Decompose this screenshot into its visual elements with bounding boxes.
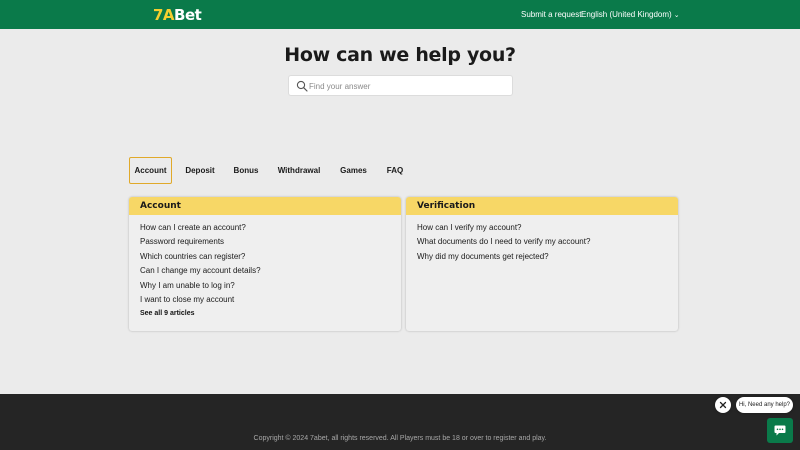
chat-greeting-bubble[interactable]: Hi, Need any help? <box>736 397 793 413</box>
close-chat-button[interactable] <box>715 397 731 413</box>
copyright-text: Copyright © 2024 7abet, all rights reser… <box>253 435 547 442</box>
language-selector[interactable]: English (United Kingdom) ⌄ <box>581 10 680 19</box>
article-link[interactable]: Why did my documents get rejected? <box>417 252 549 261</box>
article-link[interactable]: Can I change my account details? <box>140 266 261 275</box>
article-link[interactable]: Why I am unable to log in? <box>140 281 235 290</box>
search-input[interactable] <box>309 78 507 94</box>
see-all-articles-link[interactable]: See all 9 articles <box>140 310 194 317</box>
tab-deposit[interactable]: Deposit <box>182 157 218 184</box>
article-link[interactable]: How can I verify my account? <box>417 223 521 232</box>
logo-part-bet: Bet <box>174 6 202 24</box>
submit-request-link[interactable]: Submit a request <box>521 10 581 19</box>
article-link[interactable]: How can I create an account? <box>140 223 246 232</box>
page-title: How can we help you? <box>284 44 516 66</box>
tab-withdrawal[interactable]: Withdrawal <box>274 157 324 184</box>
search-icon <box>296 80 308 92</box>
section-card-verification: Verification How can I verify my account… <box>406 197 678 331</box>
article-link[interactable]: Password requirements <box>140 237 224 246</box>
search-box[interactable] <box>288 75 513 96</box>
tab-bonus[interactable]: Bonus <box>230 157 262 184</box>
logo-part-7a: 7A <box>153 6 175 24</box>
tab-account[interactable]: Account <box>129 157 172 184</box>
section-title: Verification <box>406 197 678 215</box>
tab-games[interactable]: Games <box>336 157 371 184</box>
open-chat-button[interactable] <box>767 418 793 443</box>
site-logo[interactable]: 7ABet <box>153 6 202 24</box>
language-label: English (United Kingdom) <box>581 10 672 19</box>
tab-faq[interactable]: FAQ <box>383 157 407 184</box>
article-link[interactable]: I want to close my account <box>140 295 234 304</box>
top-navigation-bar: 7ABet Submit a request English (United K… <box>0 0 800 29</box>
chevron-down-icon: ⌄ <box>673 12 680 19</box>
article-link[interactable]: Which countries can register? <box>140 252 245 261</box>
section-card-account: Account How can I create an account? Pas… <box>129 197 401 331</box>
chat-icon <box>774 425 786 436</box>
section-title: Account <box>129 197 401 215</box>
close-icon <box>719 401 727 409</box>
article-link[interactable]: What documents do I need to verify my ac… <box>417 237 590 246</box>
